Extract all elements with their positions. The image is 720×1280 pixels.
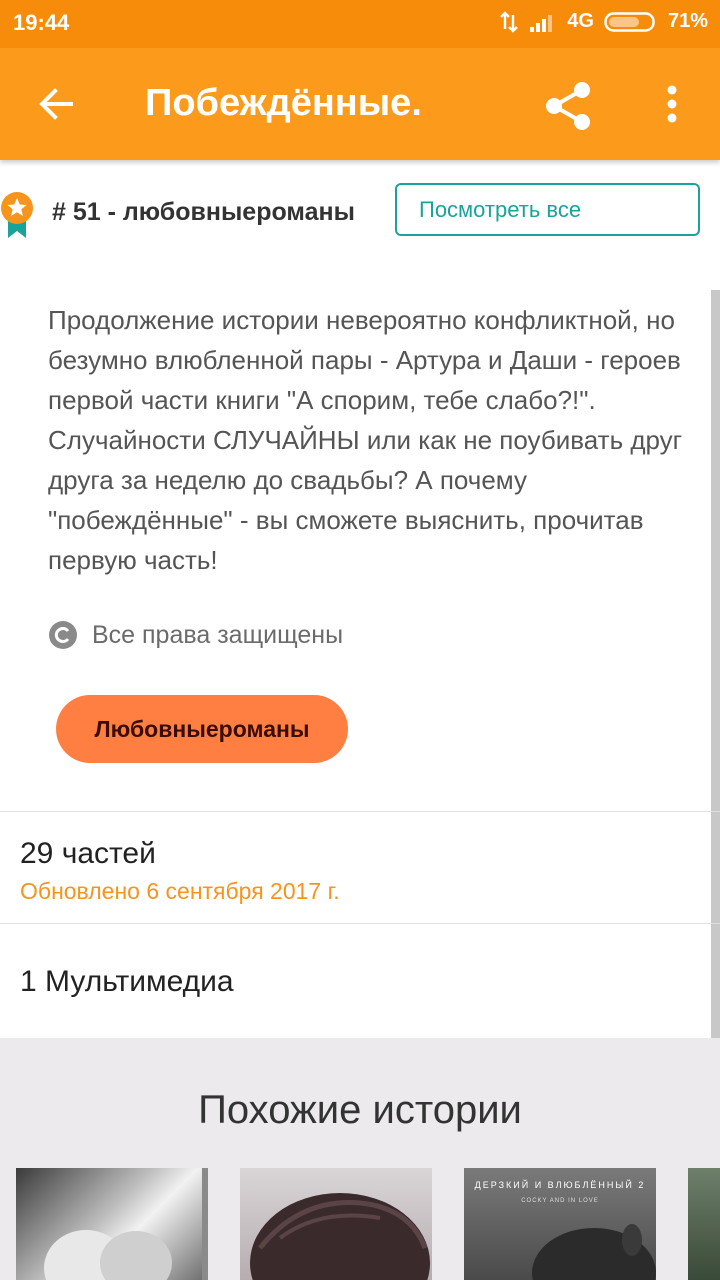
similar-story-cover[interactable] [16, 1168, 208, 1280]
arrow-back-icon [39, 88, 73, 120]
battery-percent: 71% [667, 10, 708, 32]
divider [0, 811, 720, 812]
signal-icon [530, 14, 553, 32]
status-bar: 19:44 4G 71% [0, 0, 720, 48]
divider [0, 923, 720, 924]
page-title: Побеждённые. [145, 82, 422, 124]
ranking-text: # 51 - любовныероманы [52, 198, 355, 226]
similar-story-cover[interactable]: ДЕРЗКИЙ И ВЛЮБЛЁННЫЙ 2 COCKY AND IN LOVE [464, 1168, 656, 1280]
copyright-notice: Все права защищены [48, 620, 343, 650]
parts-count: 29 частей [20, 837, 156, 870]
scrollbar[interactable] [711, 290, 720, 1040]
app-bar: Побеждённые. [0, 48, 720, 160]
cover-image [250, 1193, 430, 1280]
status-icons: 4G 71% [499, 10, 708, 33]
cover-image [532, 1224, 656, 1280]
media-row[interactable]: 1 Мультимедиа [20, 965, 234, 999]
share-icon [546, 82, 590, 130]
battery-icon [604, 11, 655, 32]
updated-date: Обновлено 6 сентября 2017 г. [20, 878, 340, 904]
similar-stories-section: Похожие истории ДЕРЗКИЙ И ВЛЮБЛЁННЫЙ 2 C… [0, 1038, 720, 1280]
ranking-row: # 51 - любовныероманы Посмотреть все [0, 180, 720, 250]
view-all-button[interactable]: Посмотреть все [395, 183, 700, 236]
cover-image [44, 1168, 208, 1280]
copyright-icon [49, 621, 77, 649]
data-transfer-icon [500, 10, 519, 33]
network-type: 4G [567, 10, 594, 32]
story-description: Продолжение истории невероятно конфликтн… [48, 305, 683, 575]
tag-button[interactable]: Любовныероманы [56, 695, 348, 763]
share-button[interactable] [540, 78, 596, 134]
similar-story-cover[interactable] [688, 1168, 720, 1280]
more-vert-icon [667, 85, 677, 123]
ranking-badge-icon [1, 192, 33, 238]
similar-stories-title: Похожие истории [198, 1088, 522, 1132]
copyright-label: Все права защищены [92, 620, 344, 649]
back-button[interactable] [32, 80, 80, 128]
status-time: 19:44 [13, 10, 70, 35]
more-options-button[interactable] [656, 80, 688, 128]
similar-story-cover[interactable] [240, 1168, 432, 1280]
